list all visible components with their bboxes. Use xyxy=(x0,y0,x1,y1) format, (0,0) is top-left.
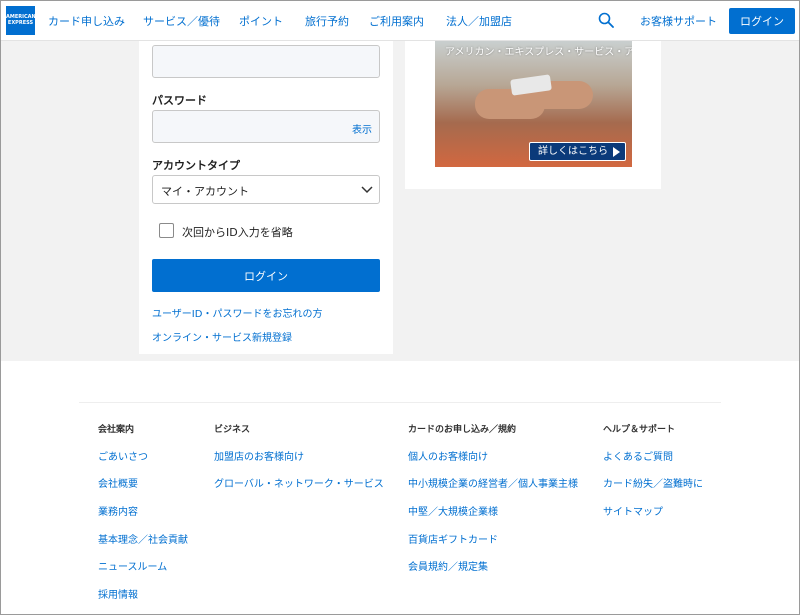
promo-panel: アメリカン・エキスプレス・サービス・アプリ 詳しくはこちら xyxy=(405,41,661,189)
footer-link-greeting[interactable]: ごあいさつ xyxy=(98,448,148,463)
play-arrow-icon xyxy=(613,147,620,157)
footer-heading-business: ビジネス xyxy=(214,425,251,435)
footer-link-newsroom[interactable]: ニュースルーム xyxy=(98,558,167,573)
upper-section: パスワード 表示 アカウントタイプ マイ・アカウント 次回からID入力を省略 ロ… xyxy=(1,41,799,361)
search-icon[interactable] xyxy=(598,12,614,28)
footer-link-global-network[interactable]: グローバル・ネットワーク・サービス xyxy=(214,475,384,490)
nav-usage-guide[interactable]: ご利用案内 xyxy=(369,13,424,29)
promo-title: アメリカン・エキスプレス・サービス・アプリ xyxy=(445,47,632,58)
account-type-select[interactable]: マイ・アカウント xyxy=(152,175,380,204)
chevron-down-icon xyxy=(361,186,373,194)
header-login-button[interactable]: ログイン xyxy=(729,8,795,34)
app-promo-banner[interactable]: アメリカン・エキスプレス・サービス・アプリ 詳しくはこちら xyxy=(435,41,632,167)
forgot-credentials-link[interactable]: ユーザーID・パスワードをお忘れの方 xyxy=(152,305,322,320)
password-field[interactable]: 表示 xyxy=(152,110,380,143)
nav-travel-booking[interactable]: 旅行予約 xyxy=(305,13,349,29)
login-submit-button[interactable]: ログイン xyxy=(152,259,380,292)
footer-divider xyxy=(79,402,721,403)
site-header: AMERICAN EXPRESS カード申し込み サービス／優待 ポイント 旅行… xyxy=(1,1,799,41)
password-label: パスワード xyxy=(152,94,207,107)
login-panel: パスワード 表示 アカウントタイプ マイ・アカウント 次回からID入力を省略 ロ… xyxy=(139,41,393,354)
footer-heading-card-application: カードのお申し込み／規約 xyxy=(408,425,517,435)
account-type-label: アカウントタイプ xyxy=(152,159,240,172)
footer-link-company-overview[interactable]: 会社概要 xyxy=(98,475,138,490)
footer-link-merchants[interactable]: 加盟店のお客様向け xyxy=(214,448,304,463)
footer-link-faq[interactable]: よくあるご質問 xyxy=(603,448,673,463)
remember-id-checkbox[interactable] xyxy=(159,223,174,238)
footer-link-business-content[interactable]: 業務内容 xyxy=(98,503,138,518)
remember-id-label: 次回からID入力を省略 xyxy=(182,226,293,239)
amex-logo[interactable]: AMERICAN EXPRESS xyxy=(6,6,36,35)
nav-card-application[interactable]: カード申し込み xyxy=(48,13,125,29)
footer-link-small-business[interactable]: 中小規模企業の経営者／個人事業主様 xyxy=(408,475,578,490)
footer-link-careers[interactable]: 採用情報 xyxy=(98,586,138,601)
nav-corporate-merchants[interactable]: 法人／加盟店 xyxy=(446,13,512,29)
footer-link-personal[interactable]: 個人のお客様向け xyxy=(408,448,488,463)
footer-heading-company: 会社案内 xyxy=(98,425,135,435)
account-type-value: マイ・アカウント xyxy=(161,185,249,198)
page-frame: AMERICAN EXPRESS カード申し込み サービス／優待 ポイント 旅行… xyxy=(0,0,800,615)
footer-link-member-terms[interactable]: 会員規約／規定集 xyxy=(408,558,488,573)
show-password-toggle[interactable]: 表示 xyxy=(352,121,372,136)
register-online-service-link[interactable]: オンライン・サービス新規登録 xyxy=(152,329,292,344)
footer-link-enterprise[interactable]: 中堅／大規模企業様 xyxy=(408,503,498,518)
nav-points[interactable]: ポイント xyxy=(239,13,283,29)
userid-input[interactable] xyxy=(152,45,380,78)
promo-details-label: 詳しくはこちら xyxy=(538,146,608,157)
customer-support-link[interactable]: お客様サポート xyxy=(640,13,717,29)
footer-link-philosophy[interactable]: 基本理念／社会貢献 xyxy=(98,531,188,546)
footer-link-gift-card[interactable]: 百貨店ギフトカード xyxy=(408,531,498,546)
footer-heading-help: ヘルプ＆サポート xyxy=(603,425,676,435)
footer-link-lost-card[interactable]: カード紛失／盗難時に xyxy=(603,475,703,490)
promo-details-button[interactable]: 詳しくはこちら xyxy=(529,142,626,161)
nav-services-benefits[interactable]: サービス／優待 xyxy=(143,13,220,29)
footer-link-sitemap[interactable]: サイトマップ xyxy=(603,503,663,518)
